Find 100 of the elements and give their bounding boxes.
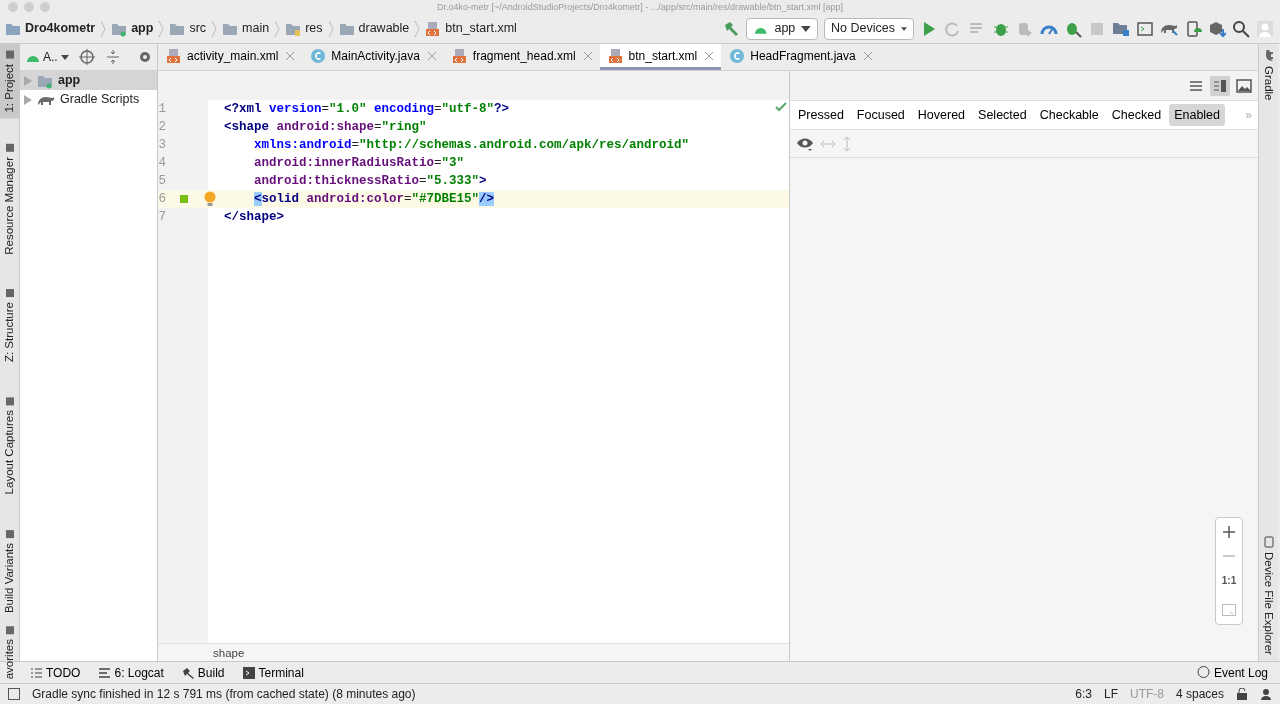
breadcrumb[interactable]: res: [280, 19, 328, 38]
xml-file-icon: [166, 47, 182, 64]
breadcrumb[interactable]: btn_start.xml: [420, 19, 522, 38]
phone-icon[interactable]: [1184, 19, 1202, 38]
inspector-icon[interactable]: [1260, 688, 1272, 700]
lightbulb-icon[interactable]: [204, 191, 216, 207]
search-icon[interactable]: [1232, 19, 1250, 38]
panel-icon: [4, 288, 15, 299]
caret-icon: [900, 25, 907, 32]
collapse-icon[interactable]: [104, 49, 121, 65]
event-log-button[interactable]: Event Log: [1196, 663, 1268, 682]
fit-screen-icon[interactable]: [1222, 604, 1236, 617]
hammer-icon[interactable]: [722, 19, 740, 38]
breadcrumb[interactable]: drawable: [333, 19, 415, 38]
code-line: <solid android:color="#7DBE15"/>: [253, 190, 495, 208]
tool-window-button[interactable]: TODO: [30, 663, 81, 682]
caret-icon: [60, 54, 69, 60]
breadcrumb[interactable]: main: [217, 19, 275, 38]
state-toggle[interactable]: Checkable: [1034, 103, 1104, 127]
state-toggle[interactable]: Hovered: [912, 103, 971, 127]
code-line: <shape android:shape="ring": [224, 118, 427, 136]
panel-icon: [4, 528, 15, 539]
indent-setting[interactable]: 4 spaces: [1175, 685, 1224, 703]
package-download-icon[interactable]: [1208, 19, 1226, 38]
run-configuration-dropdown[interactable]: app: [746, 17, 818, 40]
tool-window-tab[interactable]: Gradle: [1258, 44, 1279, 107]
line-number: 4: [158, 154, 167, 172]
resize-vertical-icon[interactable]: [842, 135, 852, 152]
panel-icon: [4, 624, 15, 635]
editor-tab[interactable]: MainActivity.java: [302, 44, 444, 70]
image-view-icon[interactable]: [1236, 77, 1252, 94]
resize-horizontal-icon[interactable]: [820, 138, 836, 149]
state-toggle[interactable]: Selected: [973, 103, 1032, 127]
tool-window-tab[interactable]: Resource Manager: [0, 136, 20, 261]
tool-window-tab[interactable]: avorites: [0, 618, 20, 686]
crosshair-icon[interactable]: [78, 49, 95, 65]
chevron-icon: [158, 19, 165, 38]
close-icon[interactable]: [705, 51, 714, 60]
editor-tab[interactable]: btn_start.xml: [599, 44, 722, 70]
line-number: 7: [158, 208, 167, 226]
split-view-icon[interactable]: [1210, 75, 1230, 96]
state-toggle[interactable]: Checked: [1106, 103, 1167, 127]
tool-window-tab[interactable]: 1: Project: [0, 44, 20, 119]
expand-arrow-icon: [24, 94, 32, 105]
chevron-icon: [274, 19, 281, 38]
xml-file-icon: [451, 47, 468, 64]
cursor-position[interactable]: 6:3: [1075, 685, 1092, 703]
tool-window-button[interactable]: 6: Logcat: [98, 663, 164, 682]
tool-window-button[interactable]: Terminal: [242, 663, 304, 682]
breadcrumb[interactable]: src: [164, 19, 212, 38]
list-icon: [30, 666, 42, 679]
code-line: android:innerRadiusRatio="3": [253, 154, 465, 172]
state-toggle[interactable]: Focused: [851, 103, 910, 127]
editor-tab[interactable]: activity_main.xml: [158, 44, 303, 70]
code-line: </shape>: [224, 208, 284, 226]
class-icon: [310, 47, 327, 64]
close-icon[interactable]: [427, 51, 436, 60]
lock-icon[interactable]: [1236, 688, 1248, 700]
code-line: android:thicknessRatio="5.333">: [253, 172, 487, 190]
code-line: xmlns:android="http://schemas.android.com/apk/res/android": [253, 136, 690, 154]
speech-bubble-icon: [1196, 666, 1210, 679]
device-dropdown[interactable]: No Devices: [824, 17, 914, 40]
chevron-icon: [100, 19, 107, 38]
tool-window-tab[interactable]: Device File Explorer: [1258, 530, 1279, 661]
status-message: Gradle sync finished in 12 s 791 ms (from cached state) (8 minutes ago): [32, 686, 416, 703]
breadcrumb-text[interactable]: shape: [213, 647, 245, 659]
tool-window-tab[interactable]: Layout Captures: [0, 390, 20, 501]
tool-window-button[interactable]: Build: [181, 663, 225, 682]
window-title: Dr.o4ko-metr [~/AndroidStudioProjects/Dro4kometr] - .../app/src/main/res/drawable/btn_start.xml [app]: [437, 2, 843, 12]
state-toggle[interactable]: Enabled: [1169, 103, 1225, 127]
chevron-icon: [414, 19, 421, 38]
zoom-in-icon[interactable]: [1223, 525, 1235, 538]
editor-tab[interactable]: fragment_head.xml: [443, 44, 600, 70]
breadcrumb[interactable]: app: [106, 19, 159, 38]
zoom-out-icon[interactable]: [1223, 553, 1235, 558]
xml-file-icon: [425, 20, 442, 37]
tree-item[interactable]: Gradle Scripts: [20, 90, 157, 109]
tool-window-tab[interactable]: Z: Structure: [0, 282, 20, 369]
close-icon[interactable]: [286, 51, 295, 60]
state-toggle[interactable]: Pressed: [793, 103, 849, 127]
chevron-icon: [211, 19, 218, 38]
code-line: <?xml version="1.0" encoding="utf-8"?>: [224, 100, 510, 118]
tool-window-tab[interactable]: Build Variants: [0, 522, 20, 619]
close-icon[interactable]: [863, 51, 872, 60]
check-icon: [775, 102, 787, 112]
line-separator[interactable]: LF: [1103, 685, 1118, 703]
zoom-reset-button[interactable]: 1:1: [1221, 573, 1237, 589]
lines-icon: [98, 666, 111, 679]
panel-icon: [4, 142, 15, 153]
breadcrumb[interactable]: Dro4kometr: [0, 19, 101, 38]
line-number: 1: [158, 100, 167, 118]
class-icon: [729, 47, 746, 64]
editor-tab[interactable]: HeadFragment.java: [721, 44, 880, 70]
tree-item[interactable]: app: [20, 71, 157, 90]
line-number: 3: [158, 136, 167, 154]
terminal-window-icon[interactable]: [1136, 19, 1154, 38]
phone-icon: [1262, 536, 1275, 549]
panel-toggle-icon[interactable]: [8, 688, 20, 700]
close-icon[interactable]: [583, 51, 592, 60]
expand-arrow-icon: [24, 75, 32, 86]
